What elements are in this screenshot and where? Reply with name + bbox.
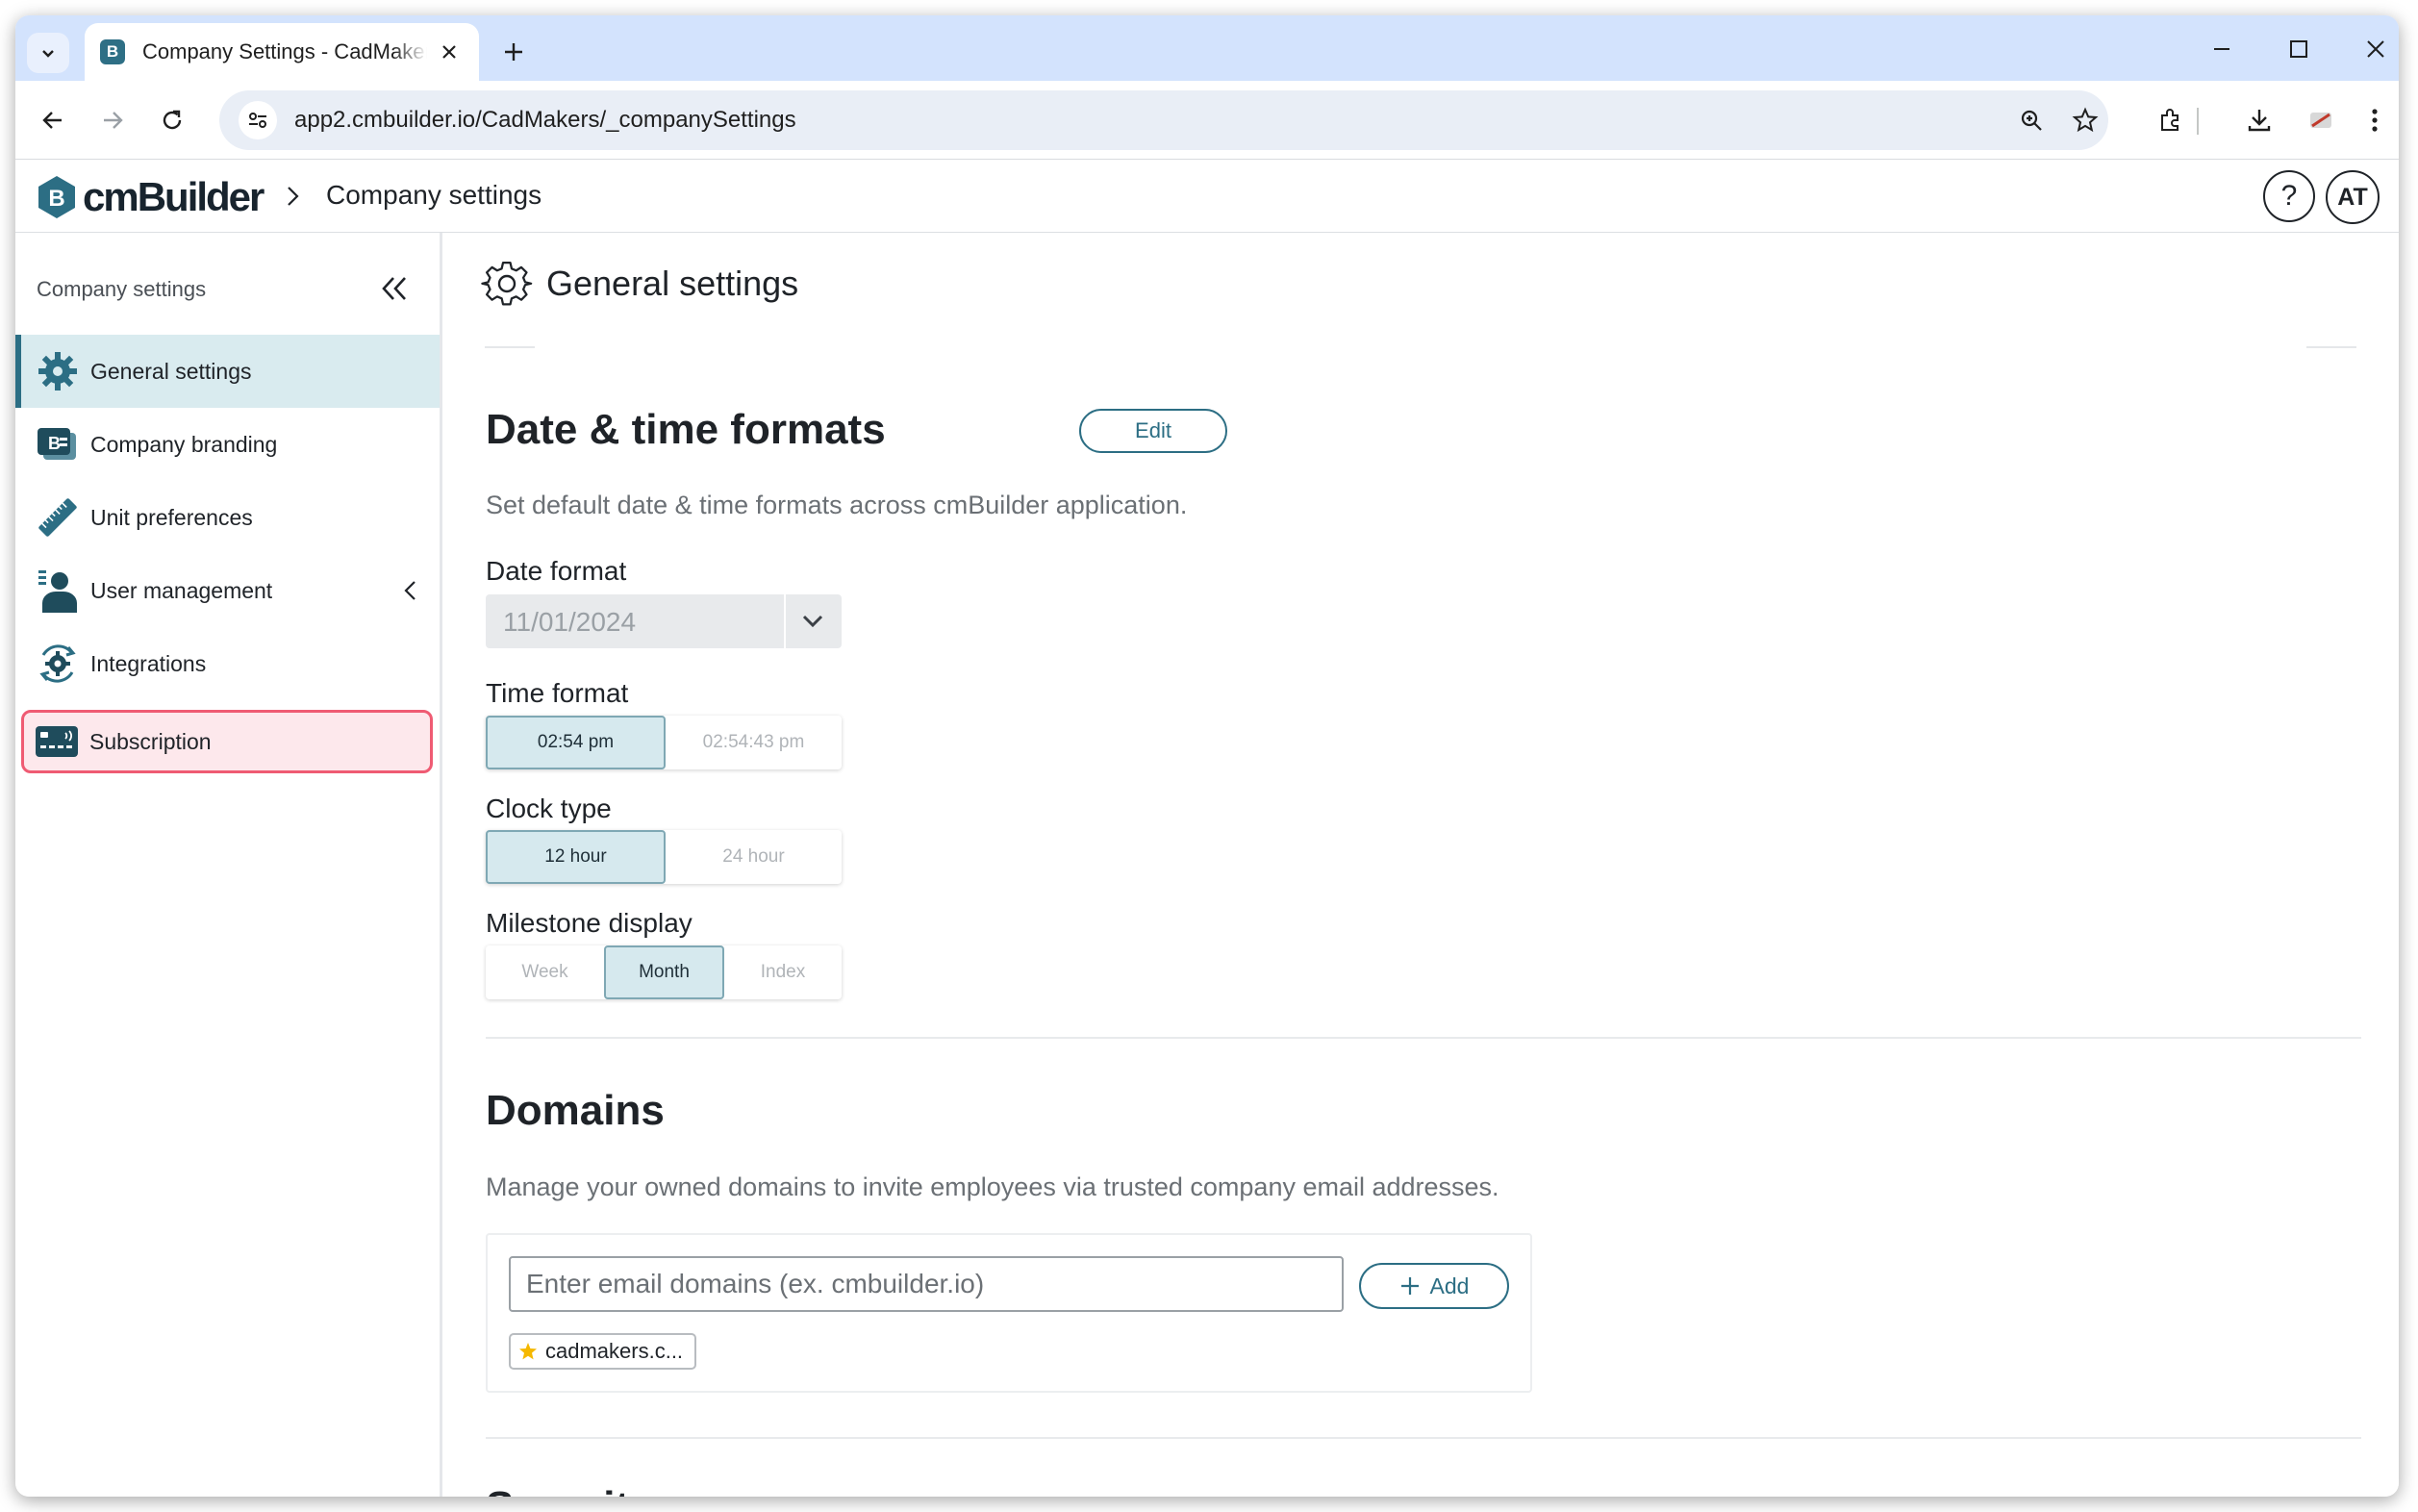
- svg-text:B: B: [48, 186, 64, 212]
- cmbuilder-logo[interactable]: B cmBuilder: [37, 174, 264, 219]
- date-format-value: 11/01/2024: [503, 607, 637, 637]
- back-icon[interactable]: [31, 98, 75, 142]
- security-section-title: Security: [486, 1483, 653, 1497]
- clock-type-toggle: 12 hour 24 hour: [486, 830, 842, 884]
- close-window-icon[interactable]: [2339, 25, 2399, 73]
- domains-description: Manage your owned domains to invite empl…: [486, 1172, 1499, 1201]
- date-format-label: Date format: [486, 556, 627, 586]
- tab-title: Company Settings - CadMakers: [142, 39, 427, 63]
- main-content: General settings Date & time formats Edi…: [442, 233, 2399, 1497]
- edit-button[interactable]: Edit: [1079, 409, 1227, 453]
- add-label: Add: [1429, 1273, 1470, 1298]
- maximize-icon[interactable]: [2262, 25, 2335, 73]
- sidebar-item-label: General settings: [90, 358, 252, 384]
- domain-chip[interactable]: cadmakers.c...: [509, 1333, 697, 1370]
- sidebar-item-label: Unit preferences: [90, 504, 253, 530]
- sidebar-item-label: Integrations: [90, 650, 207, 676]
- sidebar-title: Company settings: [37, 277, 207, 301]
- add-domain-button[interactable]: Add: [1359, 1263, 1509, 1309]
- browser-tab[interactable]: B Company Settings - CadMakers: [85, 23, 479, 81]
- header-divider-right: [2306, 346, 2356, 348]
- plus-icon[interactable]: [492, 31, 535, 73]
- chevron-left-icon[interactable]: [399, 579, 422, 602]
- app-header: B cmBuilder Company settings ? AT: [15, 160, 2399, 233]
- milestone-option-index[interactable]: Index: [724, 945, 842, 999]
- sidebar-item-user-management[interactable]: User management: [15, 554, 440, 627]
- svg-text:B: B: [48, 434, 61, 453]
- sidebar-item-integrations[interactable]: Integrations: [15, 627, 440, 700]
- date-time-description: Set default date & time formats across c…: [486, 491, 1188, 519]
- logo-text: cmBuilder: [83, 174, 264, 219]
- tab-search-icon[interactable]: [27, 33, 69, 73]
- toolbar-separator: [2197, 108, 2199, 135]
- zoom-icon[interactable]: [2014, 103, 2049, 138]
- forward-icon[interactable]: [90, 98, 135, 142]
- sidebar: Company settings General settings B Comp…: [15, 233, 442, 1497]
- site-info-icon[interactable]: [239, 101, 277, 139]
- date-format-select[interactable]: 11/01/2024: [486, 594, 842, 648]
- browser-toolbar: app2.cmbuilder.io/CadMakers/_companySett…: [15, 81, 2399, 160]
- time-format-toggle: 02:54 pm 02:54:43 pm: [486, 716, 842, 769]
- sidebar-item-subscription[interactable]: Subscription: [21, 710, 433, 773]
- avatar[interactable]: AT: [2326, 170, 2380, 224]
- domain-chip-label: cadmakers.c...: [545, 1339, 684, 1363]
- select-divider: [784, 594, 786, 648]
- tab-strip: B Company Settings - CadMakers: [15, 15, 2399, 81]
- card-icon: [34, 718, 80, 765]
- time-option-short[interactable]: 02:54 pm: [486, 716, 666, 769]
- domains-panel: Add cadmakers.c...: [486, 1233, 1532, 1393]
- time-format-label: Time format: [486, 678, 629, 708]
- branding-icon: B: [35, 421, 81, 467]
- time-option-long[interactable]: 02:54:43 pm: [666, 716, 842, 769]
- sidebar-item-company-branding[interactable]: B Company branding: [15, 408, 440, 481]
- sidebar-item-unit-preferences[interactable]: Unit preferences: [15, 481, 440, 554]
- sidebar-item-label: Subscription: [89, 728, 212, 754]
- chevron-down-icon[interactable]: [799, 610, 826, 633]
- plus-icon: [1400, 1277, 1419, 1295]
- domains-section-title: Domains: [486, 1087, 665, 1134]
- clock-option-12h[interactable]: 12 hour: [486, 830, 666, 884]
- domain-input[interactable]: [509, 1256, 1344, 1312]
- browser-window: B Company Settings - CadMakers app2.cmbu…: [15, 15, 2399, 1497]
- settings-gear-icon: [481, 262, 533, 306]
- star-icon: [519, 1343, 537, 1360]
- sidebar-item-label: User management: [90, 577, 273, 603]
- page-title: General settings: [546, 264, 799, 303]
- clock-option-24h[interactable]: 24 hour: [666, 830, 842, 884]
- milestone-display-toggle: Week Month Index: [486, 945, 842, 999]
- sidebar-item-label: Company branding: [90, 431, 278, 457]
- section-divider: [486, 1437, 2361, 1439]
- url-text[interactable]: app2.cmbuilder.io/CadMakers/_companySett…: [294, 107, 796, 134]
- logo-icon: B: [38, 176, 75, 218]
- close-icon[interactable]: [435, 38, 464, 66]
- header-divider-left: [485, 346, 535, 348]
- chevron-right-icon: [288, 187, 299, 206]
- integrations-icon: [35, 641, 81, 687]
- section-divider: [486, 1037, 2361, 1039]
- collapse-sidebar-icon[interactable]: [375, 269, 414, 308]
- favicon-icon: B: [100, 39, 125, 64]
- breadcrumb[interactable]: Company settings: [326, 180, 542, 211]
- clock-type-label: Clock type: [486, 794, 612, 823]
- milestone-option-week[interactable]: Week: [486, 945, 604, 999]
- ruler-icon: [35, 494, 81, 541]
- gear-icon: [35, 348, 81, 394]
- help-button[interactable]: ?: [2263, 170, 2315, 222]
- milestone-display-label: Milestone display: [486, 908, 693, 938]
- star-icon[interactable]: [2068, 103, 2103, 138]
- page-header: General settings: [481, 258, 798, 310]
- sidebar-item-general-settings[interactable]: General settings: [15, 335, 440, 408]
- download-icon[interactable]: [2237, 98, 2281, 142]
- reload-icon[interactable]: [150, 98, 194, 142]
- minimize-icon[interactable]: [2185, 25, 2258, 73]
- milestone-option-month[interactable]: Month: [604, 945, 724, 999]
- extensions-icon[interactable]: [2149, 98, 2193, 142]
- date-time-section-title: Date & time formats: [486, 406, 886, 453]
- address-bar[interactable]: app2.cmbuilder.io/CadMakers/_companySett…: [219, 90, 2108, 150]
- profile-icon[interactable]: [2299, 98, 2343, 142]
- menu-icon[interactable]: [2353, 98, 2397, 142]
- user-icon: [35, 567, 81, 614]
